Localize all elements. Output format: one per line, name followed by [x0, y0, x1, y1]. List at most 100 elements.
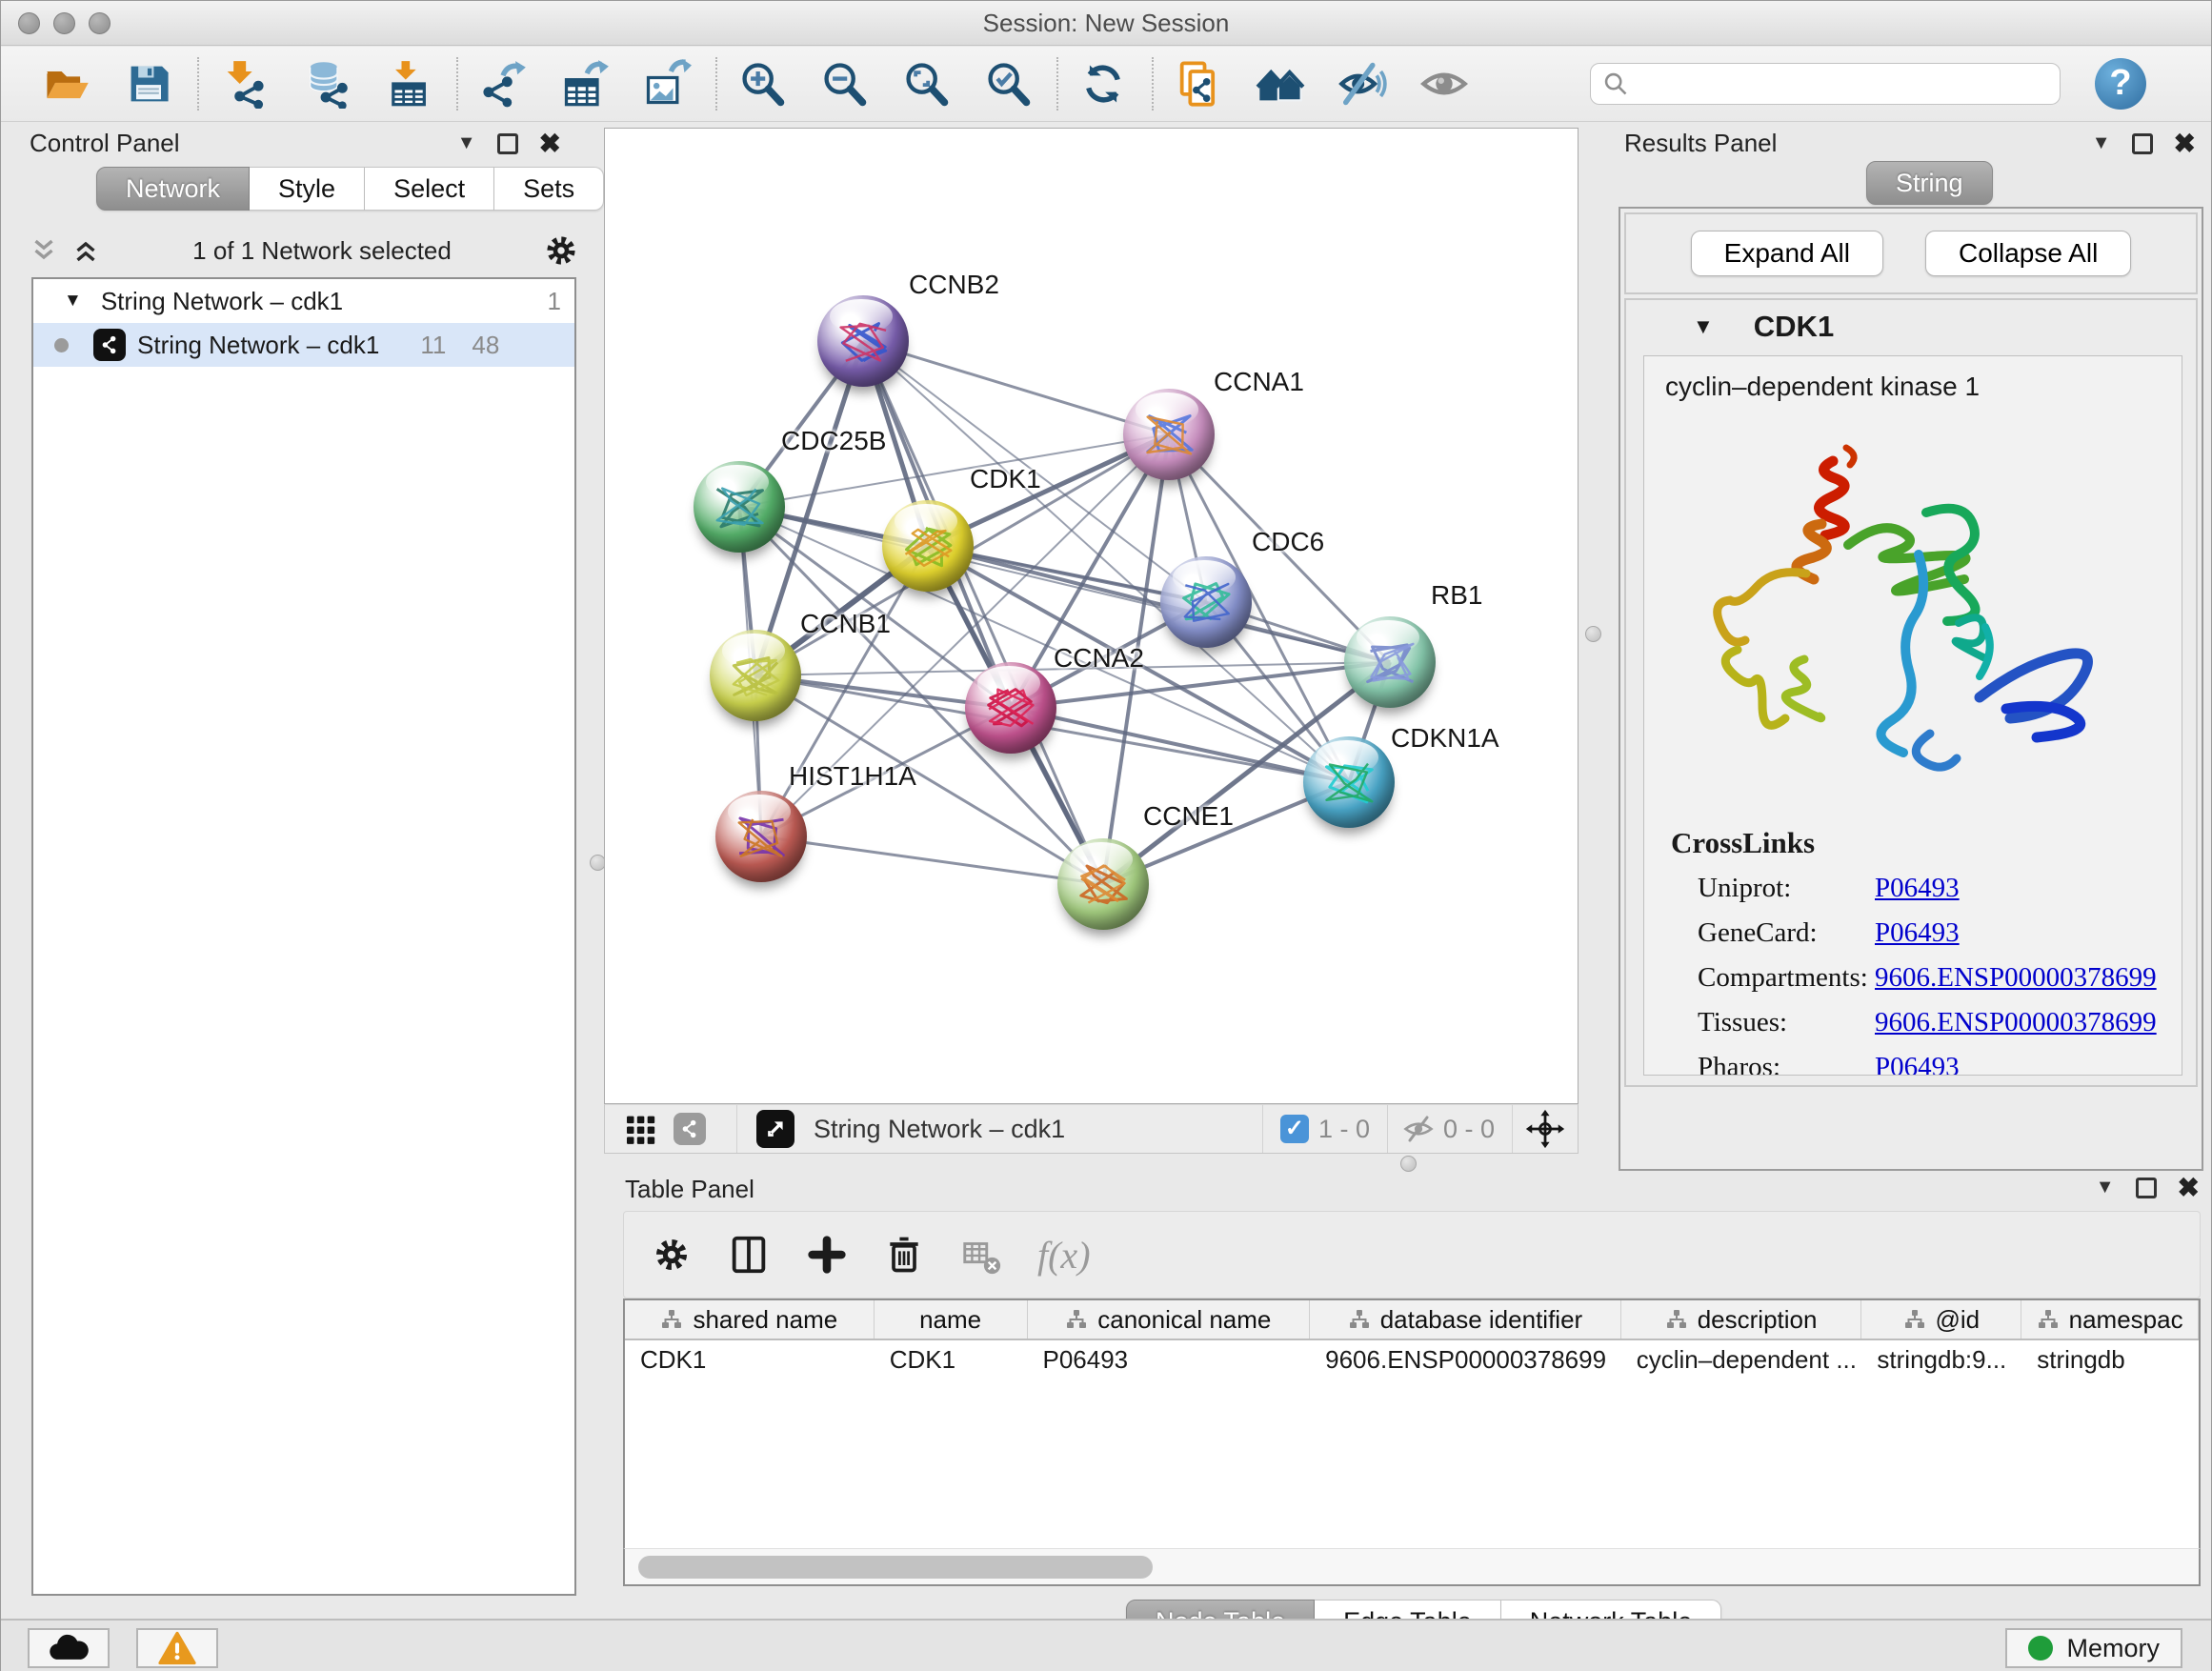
close-panel-icon[interactable]: ✖ [2174, 133, 2196, 154]
collapse-all-button[interactable]: Collapse All [1925, 231, 2131, 276]
table-cell[interactable]: CDK1 [625, 1340, 875, 1380]
network-node-CCNB2[interactable] [817, 295, 909, 387]
crosslink-link[interactable]: P06493 [1875, 873, 1960, 904]
expand-all-button[interactable]: Expand All [1691, 231, 1883, 276]
export-network-button[interactable] [475, 56, 531, 111]
open-session-button[interactable] [39, 56, 94, 111]
zoom-fit-button[interactable] [898, 56, 954, 111]
right-splitter-handle[interactable] [1585, 626, 1601, 642]
memory-button[interactable]: Memory [2005, 1628, 2182, 1668]
shared-column-icon [2037, 1308, 2060, 1331]
tab-network[interactable]: Network [96, 167, 250, 211]
table-cell[interactable]: cyclin–dependent ... [1621, 1340, 1862, 1380]
save-session-button[interactable] [121, 56, 176, 111]
network-edges[interactable] [605, 129, 1579, 1104]
network-node-CCNE1[interactable] [1057, 838, 1149, 930]
birds-eye-crosshair-icon[interactable] [1524, 1108, 1566, 1150]
export-table-button[interactable] [557, 56, 613, 111]
network-node-CDC25B[interactable] [694, 461, 785, 553]
results-panel-title: Results Panel [1624, 129, 1777, 158]
column-header[interactable]: namespac [2021, 1300, 2199, 1339]
column-header-label: @id [1936, 1305, 1981, 1335]
column-header[interactable]: canonical name [1028, 1300, 1311, 1339]
tab-sets[interactable]: Sets [494, 167, 604, 211]
show-all-button[interactable] [1417, 56, 1472, 111]
crosslink-link[interactable]: P06493 [1875, 1052, 1960, 1076]
zoom-out-button[interactable] [816, 56, 872, 111]
warnings-button[interactable] [136, 1628, 218, 1668]
import-table-button[interactable] [380, 56, 435, 111]
network-node-RB1[interactable] [1344, 616, 1436, 708]
show-columns-icon[interactable] [727, 1233, 771, 1277]
table-horizontal-scrollbar[interactable] [623, 1548, 2201, 1586]
delete-column-trash-icon[interactable] [883, 1234, 925, 1276]
grid-view-icon[interactable] [622, 1110, 660, 1148]
help-button[interactable]: ? [2095, 58, 2146, 110]
search-input[interactable] [1629, 70, 2029, 99]
export-image-button[interactable] [639, 56, 694, 111]
table-cell[interactable]: stringdb:9... [1861, 1340, 2021, 1380]
column-header[interactable]: name [875, 1300, 1028, 1339]
column-header[interactable]: shared name [625, 1300, 875, 1339]
first-neighbors-button[interactable] [1253, 56, 1308, 111]
network-canvas[interactable]: CCNB2CCNA1CDC25BCDK1CDC6RB1CCNB1CCNA2CDK… [604, 128, 1579, 1104]
control-panel-tabs: Network Style Select Sets [96, 167, 604, 211]
network-node-CDK1[interactable] [882, 500, 974, 592]
export-table-icon [560, 59, 610, 109]
cloud-status-button[interactable] [28, 1628, 110, 1668]
result-entry-header[interactable]: ▼ CDK1 [1626, 300, 2196, 353]
network-row-selected[interactable]: String Network – cdk1 11 48 [33, 323, 574, 367]
network-node-CCNA1[interactable] [1123, 389, 1215, 480]
network-thumbnail-icon[interactable] [674, 1113, 706, 1145]
network-node-CDKN1A[interactable] [1303, 736, 1395, 828]
crosslink-link[interactable]: 9606.ENSP00000378699 [1875, 1007, 2157, 1038]
float-panel-icon[interactable] [497, 133, 518, 154]
scrollbar-thumb[interactable] [638, 1556, 1153, 1579]
collapse-panel-icon[interactable]: ▼ [457, 132, 476, 154]
import-network-from-database-button[interactable] [298, 56, 353, 111]
table-cell[interactable]: 9606.ENSP00000378699 [1310, 1340, 1621, 1380]
selected-checkbox[interactable]: ✓ [1280, 1115, 1309, 1143]
collapse-entry-icon[interactable]: ▼ [1693, 314, 1714, 339]
table-cell[interactable]: stringdb [2021, 1340, 2199, 1380]
column-header[interactable]: description [1621, 1300, 1862, 1339]
column-header[interactable]: @id [1861, 1300, 2021, 1339]
tab-style[interactable]: Style [250, 167, 365, 211]
collapse-panel-icon[interactable]: ▼ [2092, 132, 2111, 154]
tab-string[interactable]: String [1866, 161, 1993, 205]
horizontal-splitter-handle[interactable] [1400, 1156, 1417, 1172]
collapse-panel-icon[interactable]: ▼ [2096, 1177, 2115, 1198]
crosslink-link[interactable]: 9606.ENSP00000378699 [1875, 962, 2157, 994]
network-options-gear-icon[interactable] [542, 232, 580, 270]
tab-select[interactable]: Select [365, 167, 494, 211]
import-network-button[interactable] [216, 56, 271, 111]
network-node-CDC6[interactable] [1160, 556, 1252, 648]
column-header[interactable]: database identifier [1310, 1300, 1621, 1339]
float-panel-icon[interactable] [2136, 1178, 2157, 1198]
zoom-selected-button[interactable] [980, 56, 1036, 111]
network-from-selection-button[interactable] [1171, 56, 1226, 111]
toolbar-separator [1152, 57, 1154, 111]
network-node-CCNA2[interactable] [965, 662, 1056, 754]
float-panel-icon[interactable] [2132, 133, 2153, 154]
zoom-in-button[interactable] [734, 56, 790, 111]
collapse-all-networks-icon[interactable] [70, 234, 102, 267]
detach-view-button[interactable] [756, 1110, 794, 1148]
add-column-plus-icon[interactable] [805, 1233, 849, 1277]
tree-expand-icon[interactable]: ▼ [64, 291, 82, 312]
search-field[interactable] [1590, 63, 2061, 105]
close-panel-icon[interactable]: ✖ [539, 133, 561, 154]
network-node-CCNB1[interactable] [710, 630, 801, 721]
crosslink-link[interactable]: P06493 [1875, 917, 1960, 949]
hide-selected-button[interactable] [1335, 56, 1390, 111]
table-options-gear-icon[interactable] [651, 1234, 693, 1276]
table-cell[interactable]: P06493 [1028, 1340, 1311, 1380]
hidden-eye-slash-icon[interactable] [1401, 1112, 1436, 1146]
close-panel-icon[interactable]: ✖ [2178, 1178, 2200, 1198]
expand-all-networks-icon[interactable] [28, 234, 60, 267]
apply-layout-button[interactable] [1076, 56, 1131, 111]
network-node-HIST1H1A[interactable] [715, 791, 807, 882]
table-row[interactable]: CDK1CDK1P064939606.ENSP00000378699cyclin… [625, 1340, 2199, 1380]
network-collection-row[interactable]: ▼ String Network – cdk1 1 [33, 279, 574, 323]
table-cell[interactable]: CDK1 [875, 1340, 1028, 1380]
